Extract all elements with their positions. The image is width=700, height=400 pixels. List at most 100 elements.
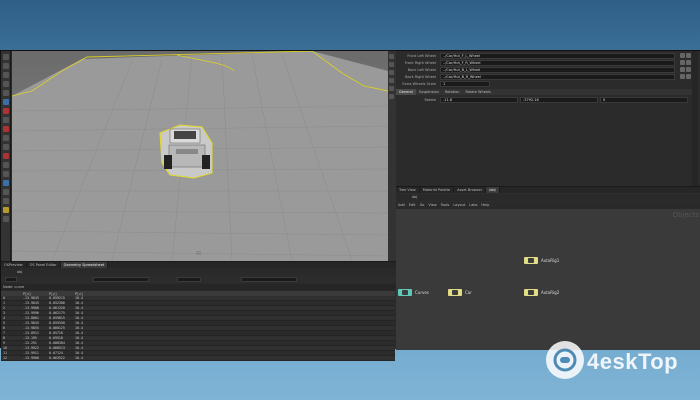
visibility-tool-icon[interactable]: [3, 198, 9, 204]
view-filter-field[interactable]: [177, 277, 201, 282]
table-row[interactable]: 12 -13.9900 0.063522 10.4: [1, 355, 395, 362]
front-right-wheel-field[interactable]: ../Car/Hut_F_R_Wheel: [440, 60, 675, 66]
rotate-tool-icon[interactable]: [3, 72, 9, 78]
node-select-icon[interactable]: [680, 74, 685, 79]
table-cell: -13.9900: [21, 355, 47, 362]
view-tool-icon[interactable]: [3, 99, 9, 105]
parameter-panel: Front Left Wheel ../Car/Hut_F_L_Wheel Fr…: [396, 51, 700, 186]
pose-tool-icon[interactable]: [3, 108, 9, 114]
move-tool-icon[interactable]: [3, 63, 9, 69]
front-left-wheel-row: Front Left Wheel ../Car/Hut_F_L_Wheel: [396, 53, 696, 60]
tab-material-palette[interactable]: Material Palette: [420, 187, 455, 193]
back-left-wheel-field[interactable]: ../Car/Hut_B_L_Wheel: [440, 67, 675, 73]
menu-edit[interactable]: Edit: [407, 202, 418, 209]
menu-layout[interactable]: Layout: [451, 202, 467, 209]
node-curves-label: Curves: [415, 290, 429, 295]
ghost-icon[interactable]: [389, 78, 394, 83]
handle-tool-icon[interactable]: [3, 90, 9, 96]
persp-icon[interactable]: [389, 54, 394, 59]
wheel-scale-row: Extra Wheels Scale 1: [396, 81, 696, 88]
brush-tool-icon[interactable]: [3, 117, 9, 123]
tab-rotate-wheels[interactable]: Rotate Wheels: [462, 89, 493, 95]
watermark-logo-icon: [546, 341, 584, 379]
network-menu: Add Edit Go View Tools Layout Labs Help: [396, 202, 700, 209]
node-autorig1-box[interactable]: [524, 257, 538, 264]
magnet-tool-icon[interactable]: [3, 153, 9, 159]
lights-icon[interactable]: [389, 86, 394, 91]
rotate-x-field[interactable]: -11.6: [440, 97, 518, 103]
tab-obj[interactable]: /obj: [486, 187, 500, 193]
rotate-z-field[interactable]: 0: [600, 97, 688, 103]
3d-viewport[interactable]: ⊞: [12, 51, 388, 261]
settings-tool-icon[interactable]: [3, 216, 9, 222]
camera-icon[interactable]: [389, 94, 394, 99]
link-icon[interactable]: [686, 60, 691, 65]
front-left-wheel-field[interactable]: ../Car/Hut_F_L_Wheel: [440, 53, 675, 59]
light-tool-icon[interactable]: [3, 171, 9, 177]
car-model[interactable]: [159, 124, 213, 179]
link-icon[interactable]: [686, 53, 691, 58]
back-left-wheel-label: Back Left Wheel: [407, 68, 436, 72]
wheel-scale-label: Extra Wheels Scale: [402, 82, 436, 86]
link-icon[interactable]: [686, 74, 691, 79]
spreadsheet-table: P[x] P[y] P[z] 0 -13.9845 0.059215 10.4 1 -13…: [1, 291, 395, 362]
menu-tools[interactable]: Tools: [439, 202, 452, 209]
highlight-tool-icon[interactable]: [3, 207, 9, 213]
menu-go[interactable]: Go: [418, 202, 427, 209]
table-cell: 10.4: [73, 355, 395, 362]
scale-tool-icon[interactable]: [3, 81, 9, 87]
svg-text:⊞: ⊞: [196, 250, 201, 257]
tab-asset-browser[interactable]: Asset Browser: [454, 187, 487, 193]
group-filter-field[interactable]: [93, 277, 149, 282]
tab-general[interactable]: General: [396, 89, 416, 95]
wireframe-icon[interactable]: [389, 62, 394, 67]
parameter-scrollbar[interactable]: [692, 51, 698, 186]
node-select-icon[interactable]: [680, 60, 685, 65]
back-right-wheel-row: Back Right Wheel ../Car/Hut_B_R_Wheel: [396, 74, 696, 81]
node-select-icon[interactable]: [680, 67, 685, 72]
tab-suspension[interactable]: Suspension: [416, 89, 442, 95]
attribute-class-toggle[interactable]: [5, 277, 17, 282]
table-cell: 0.063522: [47, 355, 73, 362]
spreadsheet-path[interactable]: obj: [1, 269, 396, 275]
rotate-y-field[interactable]: -3792.16: [520, 97, 598, 103]
tab-rotation[interactable]: Rotation: [442, 89, 463, 95]
render-tool-icon[interactable]: [3, 189, 9, 195]
tab-tree-view[interactable]: Tree View: [396, 187, 420, 193]
bottom-tabs: OSPreview OS Panel Editor Geometry Spreads…: [1, 262, 396, 268]
network-editor: Tree View Material Palette Asset Browser/o…: [396, 186, 700, 350]
menu-view[interactable]: View: [426, 202, 438, 209]
menu-labs[interactable]: Labs: [467, 202, 479, 209]
back-right-wheel-label: Back Right Wheel: [405, 75, 436, 79]
node-autorig2-box[interactable]: [524, 289, 538, 296]
table-cell: 12: [1, 355, 21, 362]
back-right-wheel-field[interactable]: ../Car/Hut_B_R_Wheel: [440, 74, 675, 80]
node-car-box[interactable]: [448, 289, 462, 296]
node-select-icon[interactable]: [680, 53, 685, 58]
rotation-label: Rotate: [424, 98, 436, 102]
link-icon[interactable]: [686, 67, 691, 72]
display-tool-icon[interactable]: [3, 180, 9, 186]
snap-tool-icon[interactable]: [3, 126, 9, 132]
parameter-tabs: General Suspension Rotation Rotate Wheels: [396, 89, 696, 95]
viewport-right-toolbar: [388, 51, 396, 261]
menu-help[interactable]: Help: [479, 202, 491, 209]
select-tool-icon[interactable]: [3, 54, 9, 60]
attribute-filter-field[interactable]: [241, 277, 297, 282]
camera-tool-icon[interactable]: [3, 162, 9, 168]
curve-icon: [402, 290, 408, 295]
network-path[interactable]: obj: [396, 194, 700, 201]
network-tabs: Tree View Material Palette Asset Browser/o…: [396, 187, 700, 193]
wheel-scale-field[interactable]: 1: [440, 81, 490, 87]
network-canvas[interactable]: Objects AutoRig1 Curves Car AutoRig2: [396, 209, 700, 350]
menu-add[interactable]: Add: [396, 202, 407, 209]
tab-geometry-spreadsheet[interactable]: Geometry Spreadsheet: [60, 262, 109, 268]
measure-tool-icon[interactable]: [3, 144, 9, 150]
grid-tool-icon[interactable]: [3, 135, 9, 141]
shading-icon[interactable]: [389, 70, 394, 75]
tab-ospreview[interactable]: OSPreview: [1, 262, 27, 268]
subnet-icon: [528, 258, 534, 263]
tab-os-panel-editor[interactable]: OS Panel Editor: [27, 262, 61, 268]
front-right-wheel-row: Front Right Wheel ../Car/Hut_F_R_Wheel: [396, 60, 696, 67]
node-curves-box[interactable]: [398, 289, 412, 296]
